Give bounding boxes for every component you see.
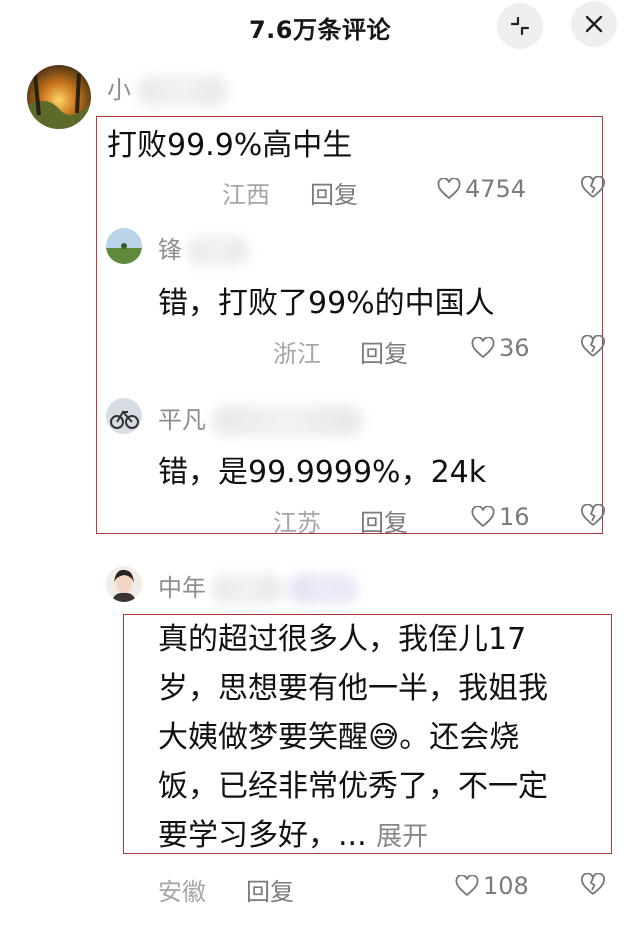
avatar[interactable] (106, 566, 142, 602)
comment-text: 错，是99.9999%，24k (158, 455, 487, 490)
reply-button[interactable]: 回复 (310, 175, 358, 210)
broken-heart-icon (581, 334, 605, 357)
comment-location: 江西 (222, 181, 270, 209)
like-button[interactable]: 16 (471, 503, 530, 531)
dislike-button[interactable] (580, 175, 606, 204)
heart-icon (471, 506, 495, 528)
comment-line: 真的超过很多人，我侄儿17 (158, 622, 527, 657)
commenter-name[interactable]: 平凡 (158, 400, 362, 436)
like-button[interactable]: 4754 (437, 175, 526, 203)
comment-line: 饭，已经非常优秀了，不一定 (158, 769, 548, 804)
avatar[interactable] (106, 398, 142, 434)
comment-line: 要学习多好，... (158, 818, 367, 853)
commenter-name[interactable]: 小 (107, 70, 227, 106)
comment-location: 江苏 (273, 509, 321, 537)
comment-text: 真的超过很多人，我侄儿17 岁，思想要有他一半，我姐我 大姨做梦要笑醒😅。还会烧… (158, 615, 603, 862)
page-title: 7.6万条评论 (248, 16, 391, 44)
close-icon[interactable] (571, 1, 617, 47)
comment-location: 安徽 (158, 878, 206, 906)
broken-heart-icon (581, 503, 605, 526)
dislike-button[interactable] (580, 503, 606, 532)
reply-button[interactable]: 回复 (360, 334, 408, 369)
like-count: 108 (483, 872, 529, 900)
commenter-name[interactable]: 锋 (158, 230, 248, 266)
like-count: 4754 (465, 175, 527, 203)
expand-link[interactable]: 展开 (376, 822, 428, 852)
comment-line: 大姨做梦要笑醒😅。还会烧 (158, 720, 520, 755)
dislike-button[interactable] (580, 872, 606, 901)
avatar[interactable] (27, 65, 91, 129)
comment-text: 错，打败了99%的中国人 (158, 286, 495, 321)
like-button[interactable]: 108 (455, 872, 529, 900)
like-count: 36 (499, 334, 530, 362)
like-button[interactable]: 36 (471, 334, 530, 362)
like-count: 16 (499, 503, 530, 531)
comment-text: 打败99.9%高中生 (107, 128, 353, 163)
comment-location: 浙江 (273, 340, 321, 368)
avatar[interactable] (106, 228, 142, 264)
reply-button[interactable]: 回复 (246, 872, 294, 907)
minimize-icon[interactable] (497, 3, 543, 49)
heart-icon (471, 337, 495, 359)
broken-heart-icon (581, 175, 605, 198)
heart-icon (437, 178, 461, 200)
commenter-name[interactable]: 中年 (158, 568, 358, 604)
heart-icon (455, 875, 479, 897)
dislike-button[interactable] (580, 334, 606, 363)
broken-heart-icon (581, 872, 605, 895)
comment-line: 岁，思想要有他一半，我姐我 (158, 671, 548, 706)
reply-button[interactable]: 回复 (360, 503, 408, 538)
